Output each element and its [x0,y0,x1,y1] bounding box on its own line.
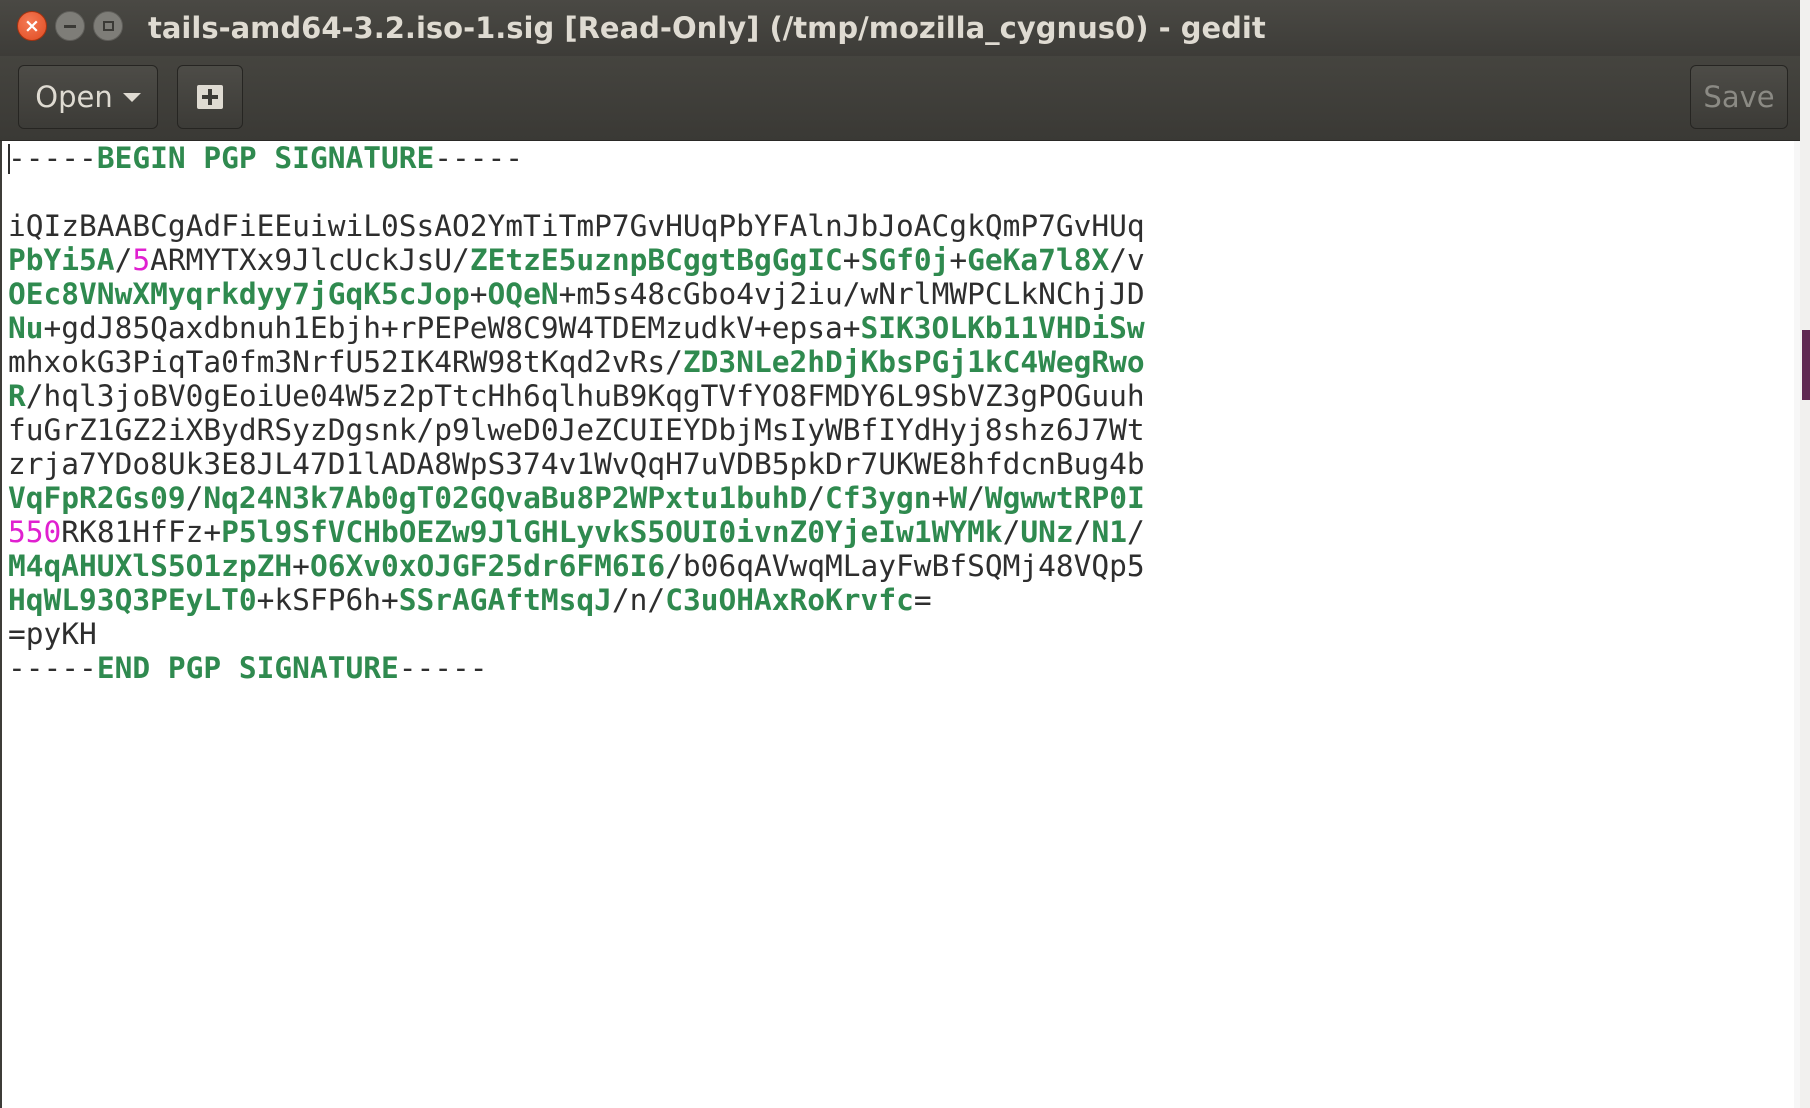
text-segment: SSrAGAftMsqJ [398,583,612,617]
maximize-icon [102,21,114,31]
window-title: tails-amd64-3.2.iso-1.sig [Read-Only] (/… [148,11,1266,45]
document-line: iQIzBAABCgAdFiEEuiwiL0SsAO2YmTiTmP7GvHUq… [8,209,1145,243]
text-segment: + [469,277,488,311]
document-line [8,175,1145,209]
text-segment: OQeN [487,277,559,311]
text-segment: / [1073,515,1092,549]
text-segment: iQIzBAABCgAdFiEEuiwiL0SsAO2YmTiTmP7GvHUq… [8,209,1145,243]
document-line: zrja7YDo8Uk3E8JL47D1lADA8WpS374v1WvQqH7u… [8,447,1145,481]
text-segment: Nu [8,311,44,345]
text-segment: OEc8VNwXMyqrkdyy7jGqK5cJop [8,277,470,311]
text-segment: UNz [1020,515,1074,549]
text-segment: + [292,549,310,583]
text-segment: +kSFP6h+ [256,583,399,617]
text-segment: 550 [8,515,62,549]
document-line: HqWL93Q3PEyLT0+kSFP6h+SSrAGAftMsqJ/n/C3u… [8,583,1145,617]
text-segment: WgwwtRP0I [984,481,1145,515]
document-line: M4qAHUXlS5O1zpZH+O6Xv0xOJGF25dr6FM6I6/b0… [8,549,1145,583]
text-segment: ----- [8,651,97,685]
text-segment: BEGIN PGP SIGNATURE [96,141,435,175]
new-document-icon [197,85,223,109]
document-line: Nu+gdJ85Qaxdbnuh1Ebjh+rPEPeW8C9W4TDEMzud… [8,311,1145,345]
text-segment: SIK3OLKb11VHDiSw [860,311,1145,345]
window-titlebar: × tails-amd64-3.2.iso-1.sig [Read-Only] … [0,0,1800,56]
text-segment: P5l9SfVCHbOEZw9JlGHLyvkS5OUI0ivnZ0YjeIw1… [221,515,1003,549]
text-segment: ----- [8,141,97,175]
text-segment: HqWL93Q3PEyLT0 [8,583,257,617]
document-line: mhxokG3PiqTa0fm3NrfU52IK4RW98tKqd2vRs/ZD… [8,345,1145,379]
text-segment: + [949,243,968,277]
text-segment: ZEtzE5uznpBCggtBgGgIC [469,243,843,277]
close-window-button[interactable]: × [17,11,47,41]
open-button-label: Open [35,80,113,114]
text-segment: ----- [434,141,524,175]
background-window-accent [1802,330,1810,400]
text-segment: / [807,481,825,515]
text-segment: =pyKH [8,617,97,651]
text-segment: mhxokG3PiqTa0fm3NrfU52IK4RW98tKqd2vRs/ [8,345,683,379]
text-segment: + [842,243,861,277]
document-line: 550RK81HfFz+P5l9SfVCHbOEZw9JlGHLyvkS5OUI… [8,515,1145,549]
minimize-icon [64,24,76,28]
text-segment: 5 [132,243,151,277]
text-segment: VqFpR2Gs09 [8,481,186,515]
new-tab-button[interactable] [177,65,243,129]
text-segment: /v [1109,243,1145,277]
text-segment: / [967,481,985,515]
document-line: R/hql3joBV0gEoiUe04W5z2pTtcHh6qlhuB9KqgT… [8,379,1145,413]
text-segment: M4qAHUXlS5O1zpZH [8,549,293,583]
text-segment: /n/ [611,583,666,617]
text-segment: ----- [398,651,488,685]
text-segment: / [1126,515,1145,549]
text-segment: Cf3ygn [825,481,932,515]
text-segment: END PGP SIGNATURE [96,651,399,685]
document-text[interactable]: -----BEGIN PGP SIGNATURE----- iQIzBAABCgA… [8,141,1145,685]
text-segment: W [949,481,968,515]
text-segment: R [8,379,26,413]
document-line: -----END PGP SIGNATURE----- [8,651,1145,685]
text-segment: / [114,243,133,277]
text-segment: N1 [1091,515,1127,549]
open-button[interactable]: Open [18,65,158,129]
text-cursor [8,144,10,174]
text-segment: zrja7YDo8Uk3E8JL47D1lADA8WpS374v1WvQqH7u… [8,447,1145,481]
text-segment: PbYi5A [8,243,115,277]
text-segment: /b06qAVwqMLayFwBfSQMj48VQp5 [665,549,1145,583]
background-window-edge [1800,0,1810,1108]
text-segment: ZD3NLe2hDjKbsPGj1kC4WegRwo [682,345,1145,379]
document-line: OEc8VNwXMyqrkdyy7jGqK5cJop+OQeN+m5s48cGb… [8,277,1145,311]
text-segment: +gdJ85Qaxdbnuh1Ebjh+rPEPeW8C9W4TDEMzudkV… [43,311,861,345]
text-segment: RK81HfFz+ [61,515,222,549]
text-segment: O6Xv0xOJGF25dr6FM6I6 [309,549,666,583]
text-segment: = [913,583,932,617]
text-segment: Nq24N3k7Ab0gT02GQvaBu8P2WPxtu1buhD [203,481,808,515]
header-bar: Open Save [0,56,1800,141]
text-segment: + [931,481,950,515]
save-button[interactable]: Save [1690,65,1788,129]
document-line: VqFpR2Gs09/Nq24N3k7Ab0gT02GQvaBu8P2WPxtu… [8,481,1145,515]
document-line: -----BEGIN PGP SIGNATURE----- [8,141,1145,175]
text-segment: C3uOHAxRoKrvfc [665,583,914,617]
text-segment: / [1002,515,1021,549]
document-line: =pyKH [8,617,1145,651]
text-editor[interactable]: -----BEGIN PGP SIGNATURE----- iQIzBAABCgA… [0,141,1800,1108]
maximize-window-button[interactable] [93,11,123,41]
text-segment: /hql3joBV0gEoiUe04W5z2pTtcHh6qlhuB9KqgTV… [25,379,1145,413]
text-segment: GeKa7l8X [967,243,1110,277]
text-segment: ARMYTXx9JlcUckJsU/ [150,243,470,277]
close-icon: × [24,15,40,37]
text-segment: SGf0j [860,243,950,277]
minimize-window-button[interactable] [55,11,85,41]
document-line: PbYi5A/5ARMYTXx9JlcUckJsU/ZEtzE5uznpBCgg… [8,243,1145,277]
text-segment: fuGrZ1GZ2iXBydRSyzDgsnk/p9lweD0JeZCUIEYD… [8,413,1145,447]
chevron-down-icon [122,92,141,102]
text-segment: +m5s48cGbo4vj2iu/wNrlMWPCLkNChjJD [558,277,1145,311]
document-line: fuGrZ1GZ2iXBydRSyzDgsnk/p9lweD0JeZCUIEYD… [8,413,1145,447]
text-segment: / [185,481,204,515]
